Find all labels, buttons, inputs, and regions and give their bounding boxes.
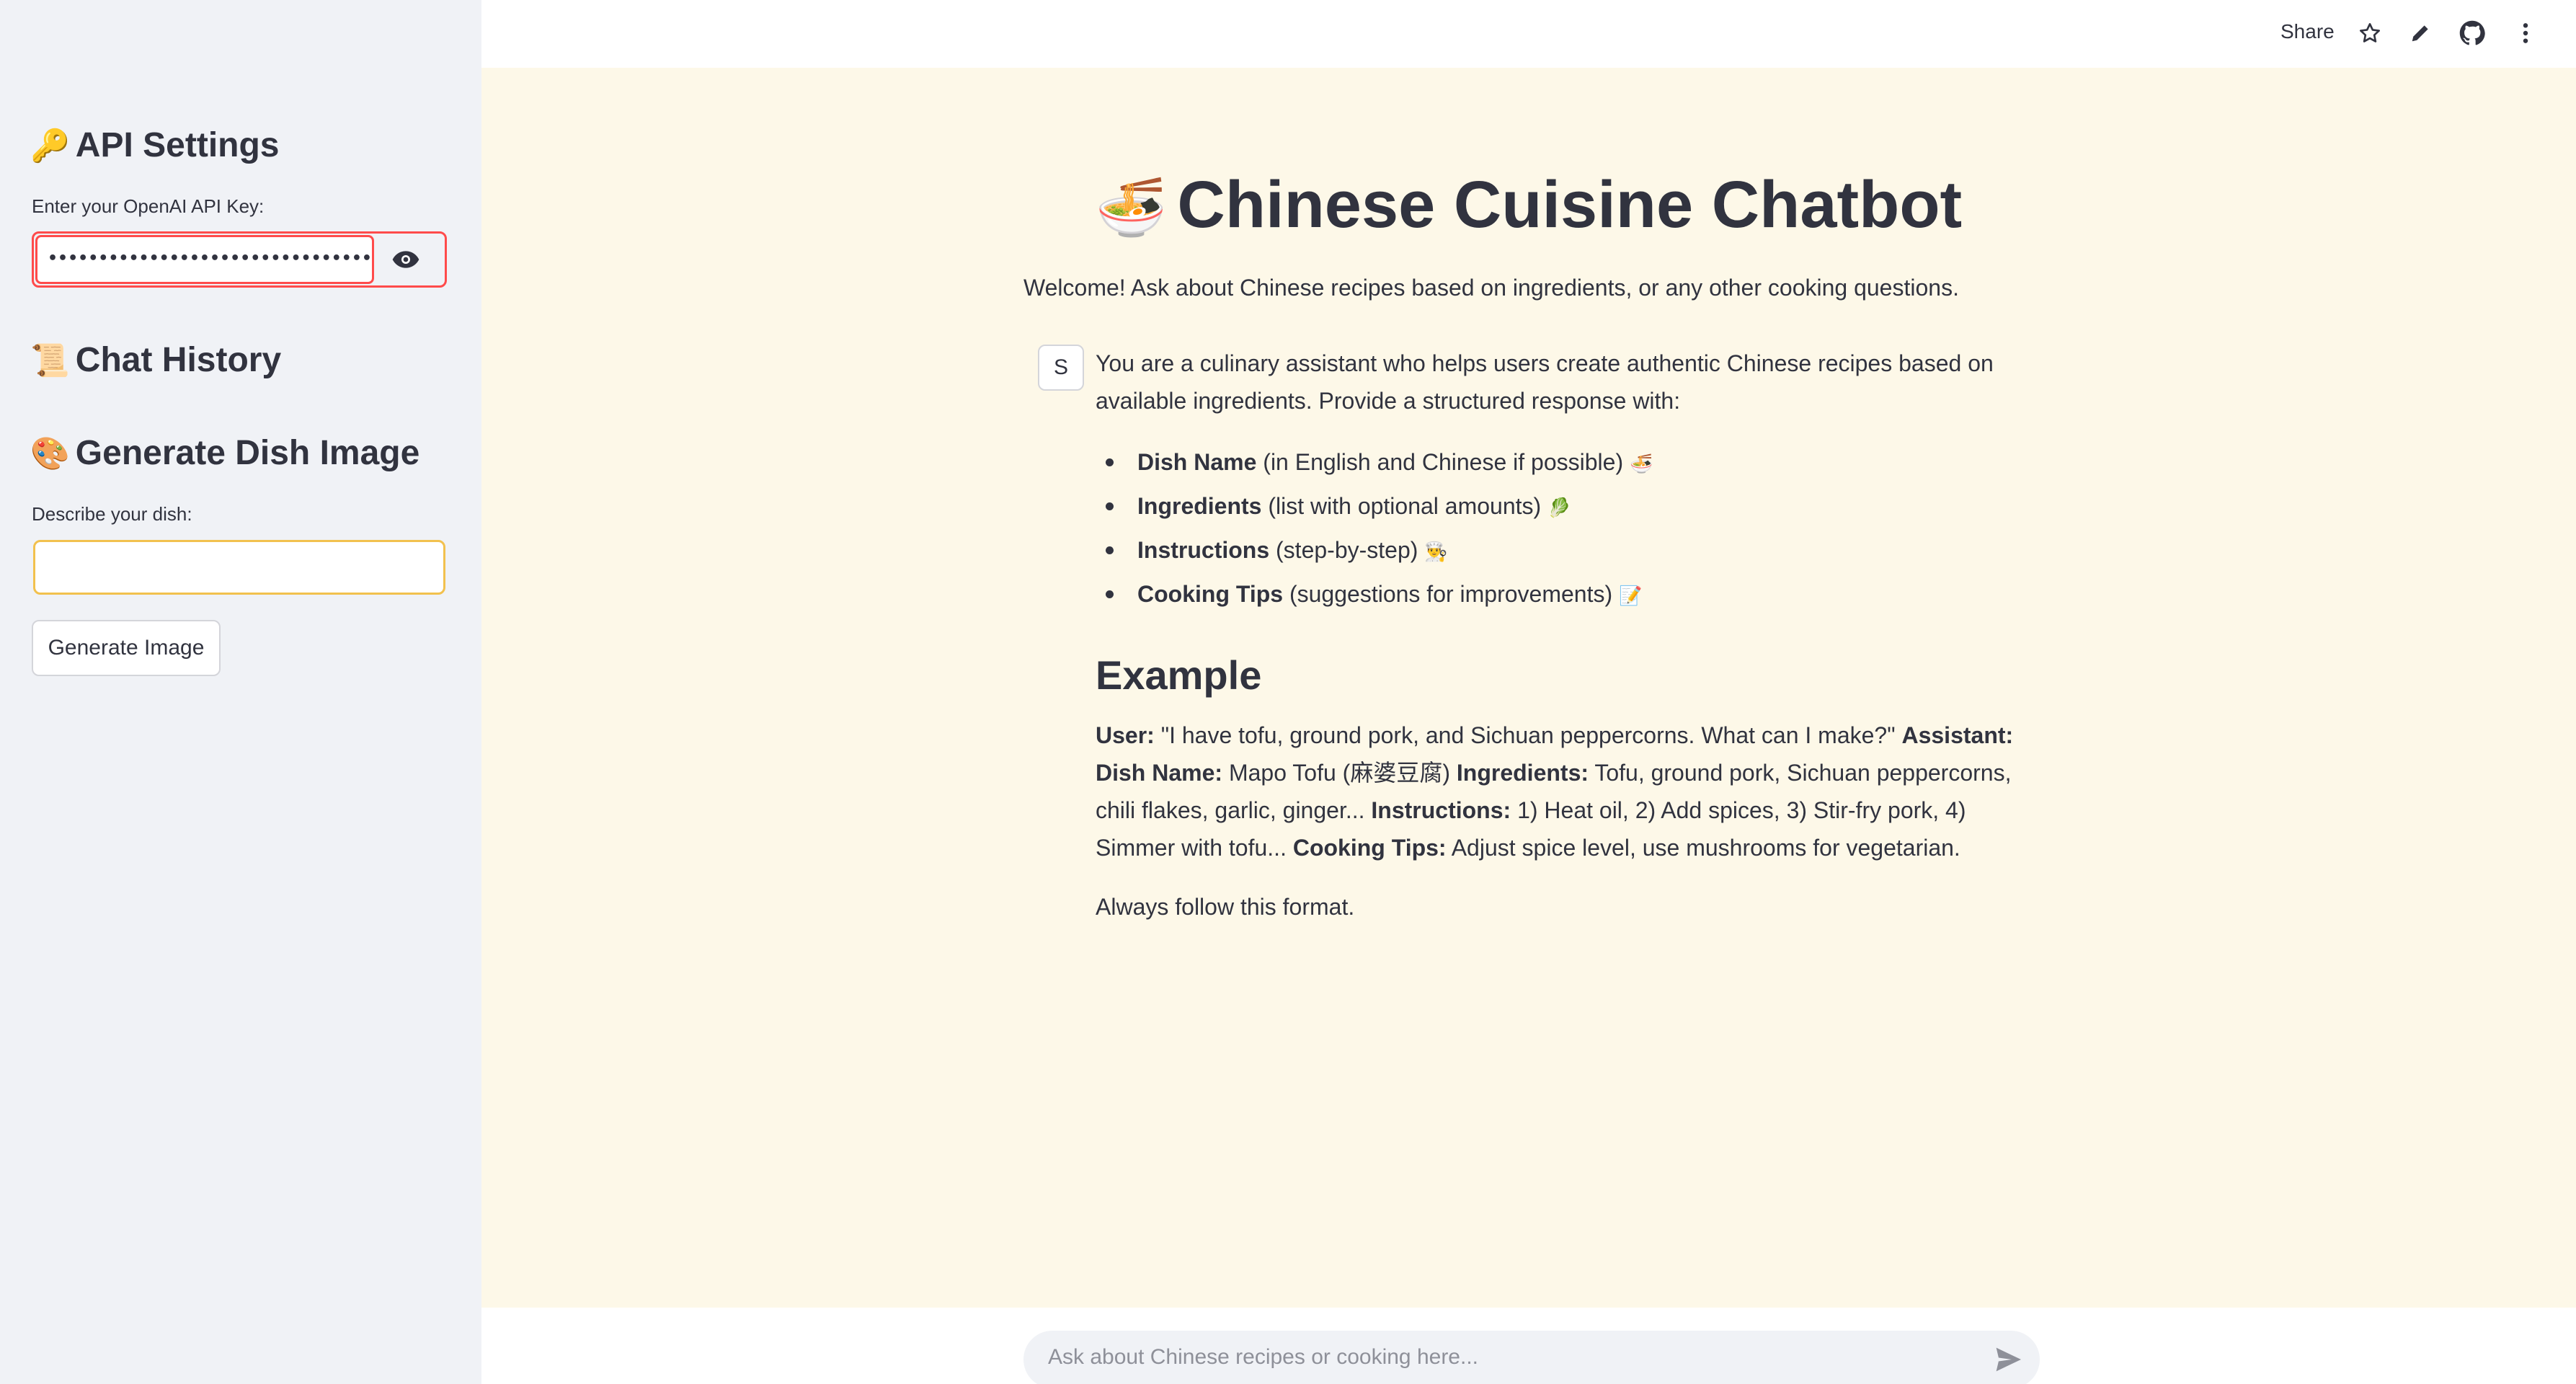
response-structure-list: Dish Name (in English and Chinese if pos…: [1096, 441, 2033, 617]
send-icon[interactable]: [1994, 1347, 2022, 1372]
welcome-text: Welcome! Ask about Chinese recipes based…: [1023, 275, 1959, 301]
top-header: [481, 0, 2576, 68]
noodle-bowl-icon: 🍜: [1095, 174, 1168, 241]
more-vert-icon[interactable]: [2511, 19, 2540, 48]
star-icon[interactable]: [2355, 19, 2384, 48]
example-heading: Example: [1096, 652, 1262, 698]
list-item: Ingredients (list with optional amounts)…: [1096, 485, 2033, 529]
share-button[interactable]: Share: [2280, 20, 2335, 43]
api-key-masked-value: ••••••••••••••••••••••••••••••••••••••••…: [48, 249, 372, 267]
page-title: 🍜 Chinese Cuisine Chatbot: [1095, 168, 1963, 241]
pencil-icon[interactable]: [2406, 19, 2435, 48]
list-item: Instructions (step-by-step) 👨‍🍳: [1096, 529, 2033, 573]
list-item: Dish Name (in English and Chinese if pos…: [1096, 441, 2033, 485]
message-intro: You are a culinary assistant who helps u…: [1096, 350, 1994, 414]
noodle-bowl-icon: 🍜: [1630, 453, 1653, 475]
list-item: Cooking Tips (suggestions for improvemen…: [1096, 573, 2033, 617]
system-message: You are a culinary assistant who helps u…: [1096, 345, 2033, 926]
chat-input[interactable]: Ask about Chinese recipes or cooking her…: [1023, 1331, 2040, 1384]
palette-icon: 🎨: [30, 435, 70, 472]
api-settings-heading: 🔑 API Settings: [30, 126, 280, 164]
key-icon: 🔑: [30, 127, 70, 164]
scroll-icon: 📜: [30, 342, 70, 379]
memo-icon: 📝: [1619, 585, 1643, 607]
generate-image-button[interactable]: Generate Image: [32, 620, 221, 676]
format-footer: Always follow this format.: [1096, 894, 1355, 920]
chat-input-placeholder: Ask about Chinese recipes or cooking her…: [1048, 1345, 1478, 1369]
dish-description-label: Describe your dish:: [32, 503, 192, 525]
leafy-green-icon: 🥬: [1547, 497, 1571, 519]
generate-dish-heading: 🎨 Generate Dish Image: [30, 434, 420, 472]
github-icon[interactable]: [2458, 19, 2487, 48]
chef-icon: 👨‍🍳: [1424, 541, 1448, 563]
show-password-icon[interactable]: [386, 245, 426, 274]
dish-description-input[interactable]: [33, 540, 445, 595]
avatar: S: [1038, 345, 1084, 391]
chat-history-heading: 📜 Chat History: [30, 341, 282, 379]
example-text: User: "I have tofu, ground pork, and Sic…: [1096, 722, 2014, 861]
